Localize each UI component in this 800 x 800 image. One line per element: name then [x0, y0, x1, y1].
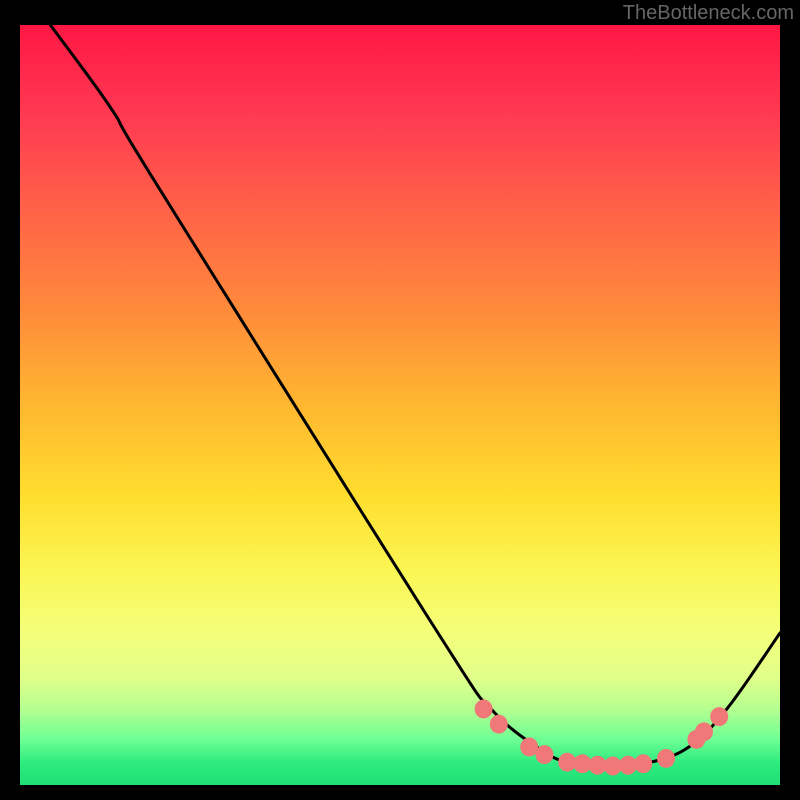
data-marker — [475, 700, 493, 719]
data-marker — [619, 756, 637, 775]
data-marker — [490, 715, 508, 734]
data-marker — [558, 753, 576, 772]
data-marker — [634, 754, 652, 773]
data-marker — [573, 754, 591, 773]
chart-plot-area — [20, 25, 780, 785]
data-marker — [695, 722, 713, 741]
data-marker — [535, 745, 553, 764]
chart-svg — [20, 25, 780, 785]
chart-background — [20, 25, 780, 785]
attribution-label: TheBottleneck.com — [623, 2, 794, 25]
data-marker — [710, 707, 728, 726]
data-marker — [657, 749, 675, 768]
